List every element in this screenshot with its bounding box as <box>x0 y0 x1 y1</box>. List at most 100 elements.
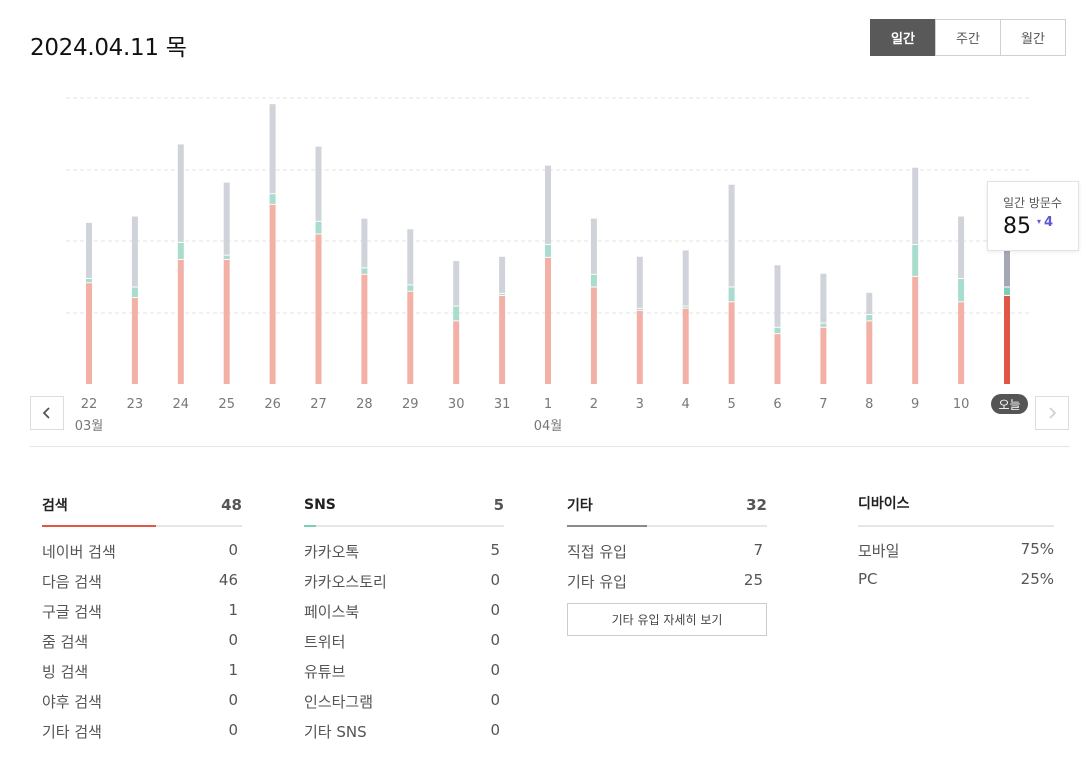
search-row-value: 1 <box>228 661 238 679</box>
bar-segment-gap <box>590 273 597 275</box>
device-row-value: 25% <box>1020 570 1054 588</box>
x-tick-label: 31 <box>494 397 511 412</box>
bar-segment-gap <box>269 193 276 195</box>
sns-row: 트위터 0 <box>304 631 504 661</box>
bar-sns-segment <box>545 244 551 257</box>
sns-row-label: 트위터 <box>304 633 346 651</box>
sns-row-label: 카카오톡 <box>304 543 360 561</box>
search-row-value: 0 <box>228 631 238 649</box>
x-tick-label: 10 <box>953 397 970 412</box>
bar-other-segment <box>545 165 551 245</box>
other-row: 기타 유입 25 <box>567 571 767 601</box>
device-row: PC 25% <box>858 570 1054 600</box>
bar-segment-gap <box>774 333 781 335</box>
x-tick-label: 3 <box>636 397 644 412</box>
search-row: 구글 검색 1 <box>42 601 242 631</box>
month-label: 03월 <box>75 419 104 434</box>
bar-segment-gap <box>223 258 230 260</box>
other-detail-button[interactable]: 기타 유입 자세히 보기 <box>567 603 767 636</box>
device-stats: 디바이스 모바일 75% PC 25% <box>858 494 1054 600</box>
bar-segment-gap <box>590 286 597 288</box>
sns-row-label: 페이스북 <box>304 603 360 621</box>
sns-row-value: 0 <box>490 691 500 709</box>
other-row-label: 기타 유입 <box>567 573 627 591</box>
device-row-label: 모바일 <box>858 542 900 560</box>
bar-segment-gap <box>545 256 551 258</box>
x-tick-label: 25 <box>218 397 235 412</box>
bar-segment-gap <box>499 292 506 294</box>
sns-row-value: 0 <box>490 571 500 589</box>
today-badge: 오늘 <box>991 394 1028 414</box>
sns-row-value: 5 <box>490 541 500 559</box>
month-label: 04월 <box>534 419 563 434</box>
search-row-value: 0 <box>228 541 238 559</box>
sns-row: 유튜브 0 <box>304 661 504 691</box>
bar-segment-gap <box>912 244 919 246</box>
sns-title: SNS <box>304 497 336 513</box>
bar-segment-gap <box>958 278 965 279</box>
bar-segment-gap <box>866 314 873 316</box>
section-divider <box>30 446 1070 447</box>
bar-search-segment <box>499 294 506 384</box>
x-tick-label: 2 <box>590 397 598 412</box>
sns-row: 페이스북 0 <box>304 601 504 631</box>
bar-segment-gap <box>177 241 184 243</box>
bar-other-segment <box>269 104 276 194</box>
bar-other-segment <box>177 144 184 242</box>
bar-sns-segment <box>958 278 965 302</box>
x-tick-label: 22 <box>81 397 98 412</box>
decrease-triangle-icon: ▾ <box>1037 217 1042 226</box>
search-row-value: 0 <box>228 691 238 709</box>
visits-chart: 22 23 24 25 26 27 28 29 30 31 1 2 3 4 5 6 7 8 9 10 03월 04월 <box>0 0 1092 450</box>
sns-row-value: 0 <box>490 721 500 739</box>
other-total: 32 <box>746 496 767 514</box>
search-total: 48 <box>221 496 242 514</box>
x-tick-label: 24 <box>173 397 190 412</box>
bar-search-segment <box>958 301 965 384</box>
bar-search-segment <box>131 297 138 384</box>
bar-segment-gap <box>682 307 689 309</box>
search-row-label: 야후 검색 <box>42 693 102 711</box>
x-tick-label: 29 <box>402 397 419 412</box>
bar-search-segment <box>774 333 781 384</box>
daily-visits-tooltip: 일간 방문수 85 ▾ 4 <box>987 181 1079 251</box>
bar-sns-segment <box>269 193 276 204</box>
bar-segment-gap <box>223 254 230 256</box>
bar-search-segment <box>269 203 276 384</box>
bar-other-segment <box>361 218 368 268</box>
x-tick-label: 7 <box>819 397 827 412</box>
bar-search-segment <box>866 320 873 384</box>
prev-period-button[interactable] <box>30 396 64 430</box>
bar-other-segment <box>315 146 322 221</box>
sns-stats: SNS 5 카카오톡 5 카카오스토리 0 페이스북 0 트위터 0 유튜브 0 인스타그램 0 기타 … <box>304 494 504 751</box>
device-row-value: 75% <box>1020 540 1054 558</box>
bar-other-segment <box>131 216 138 287</box>
search-row-value: 0 <box>228 721 238 739</box>
search-row-label: 기타 검색 <box>42 723 102 741</box>
bar-other-segment <box>86 222 92 278</box>
x-tick-label: 5 <box>727 397 735 412</box>
other-stats: 기타 32 직접 유입 7 기타 유입 25 기타 유입 자세히 보기 <box>567 494 767 636</box>
search-share-bar <box>42 525 242 527</box>
bar-segment-gap <box>1004 294 1010 296</box>
next-period-button[interactable] <box>1035 396 1069 430</box>
bar-sns-segment <box>177 241 184 259</box>
bar-segment-gap <box>820 326 827 328</box>
chevron-left-icon <box>42 407 50 419</box>
bar-search-segment <box>453 320 460 384</box>
x-tick-label: 6 <box>773 397 781 412</box>
bar-segment-gap <box>86 278 92 279</box>
x-tick-label: 26 <box>264 397 281 412</box>
bar-other-segment <box>774 265 781 327</box>
tooltip-label: 일간 방문수 <box>1003 196 1063 210</box>
bar-search-segment <box>545 256 551 384</box>
visits-chart-svg: 22 23 24 25 26 27 28 29 30 31 1 2 3 4 5 6 7 8 9 1003월 04월 <box>66 97 1030 434</box>
bar-sns-segment <box>728 286 735 302</box>
bar-segment-gap <box>728 286 735 288</box>
x-tick-label: 8 <box>865 397 873 412</box>
bar-segment-gap <box>407 290 414 292</box>
bar-search-segment <box>86 282 92 384</box>
tooltip-value: 85 <box>1003 214 1031 239</box>
device-title: 디바이스 <box>858 496 910 512</box>
sns-total: 5 <box>493 496 504 514</box>
